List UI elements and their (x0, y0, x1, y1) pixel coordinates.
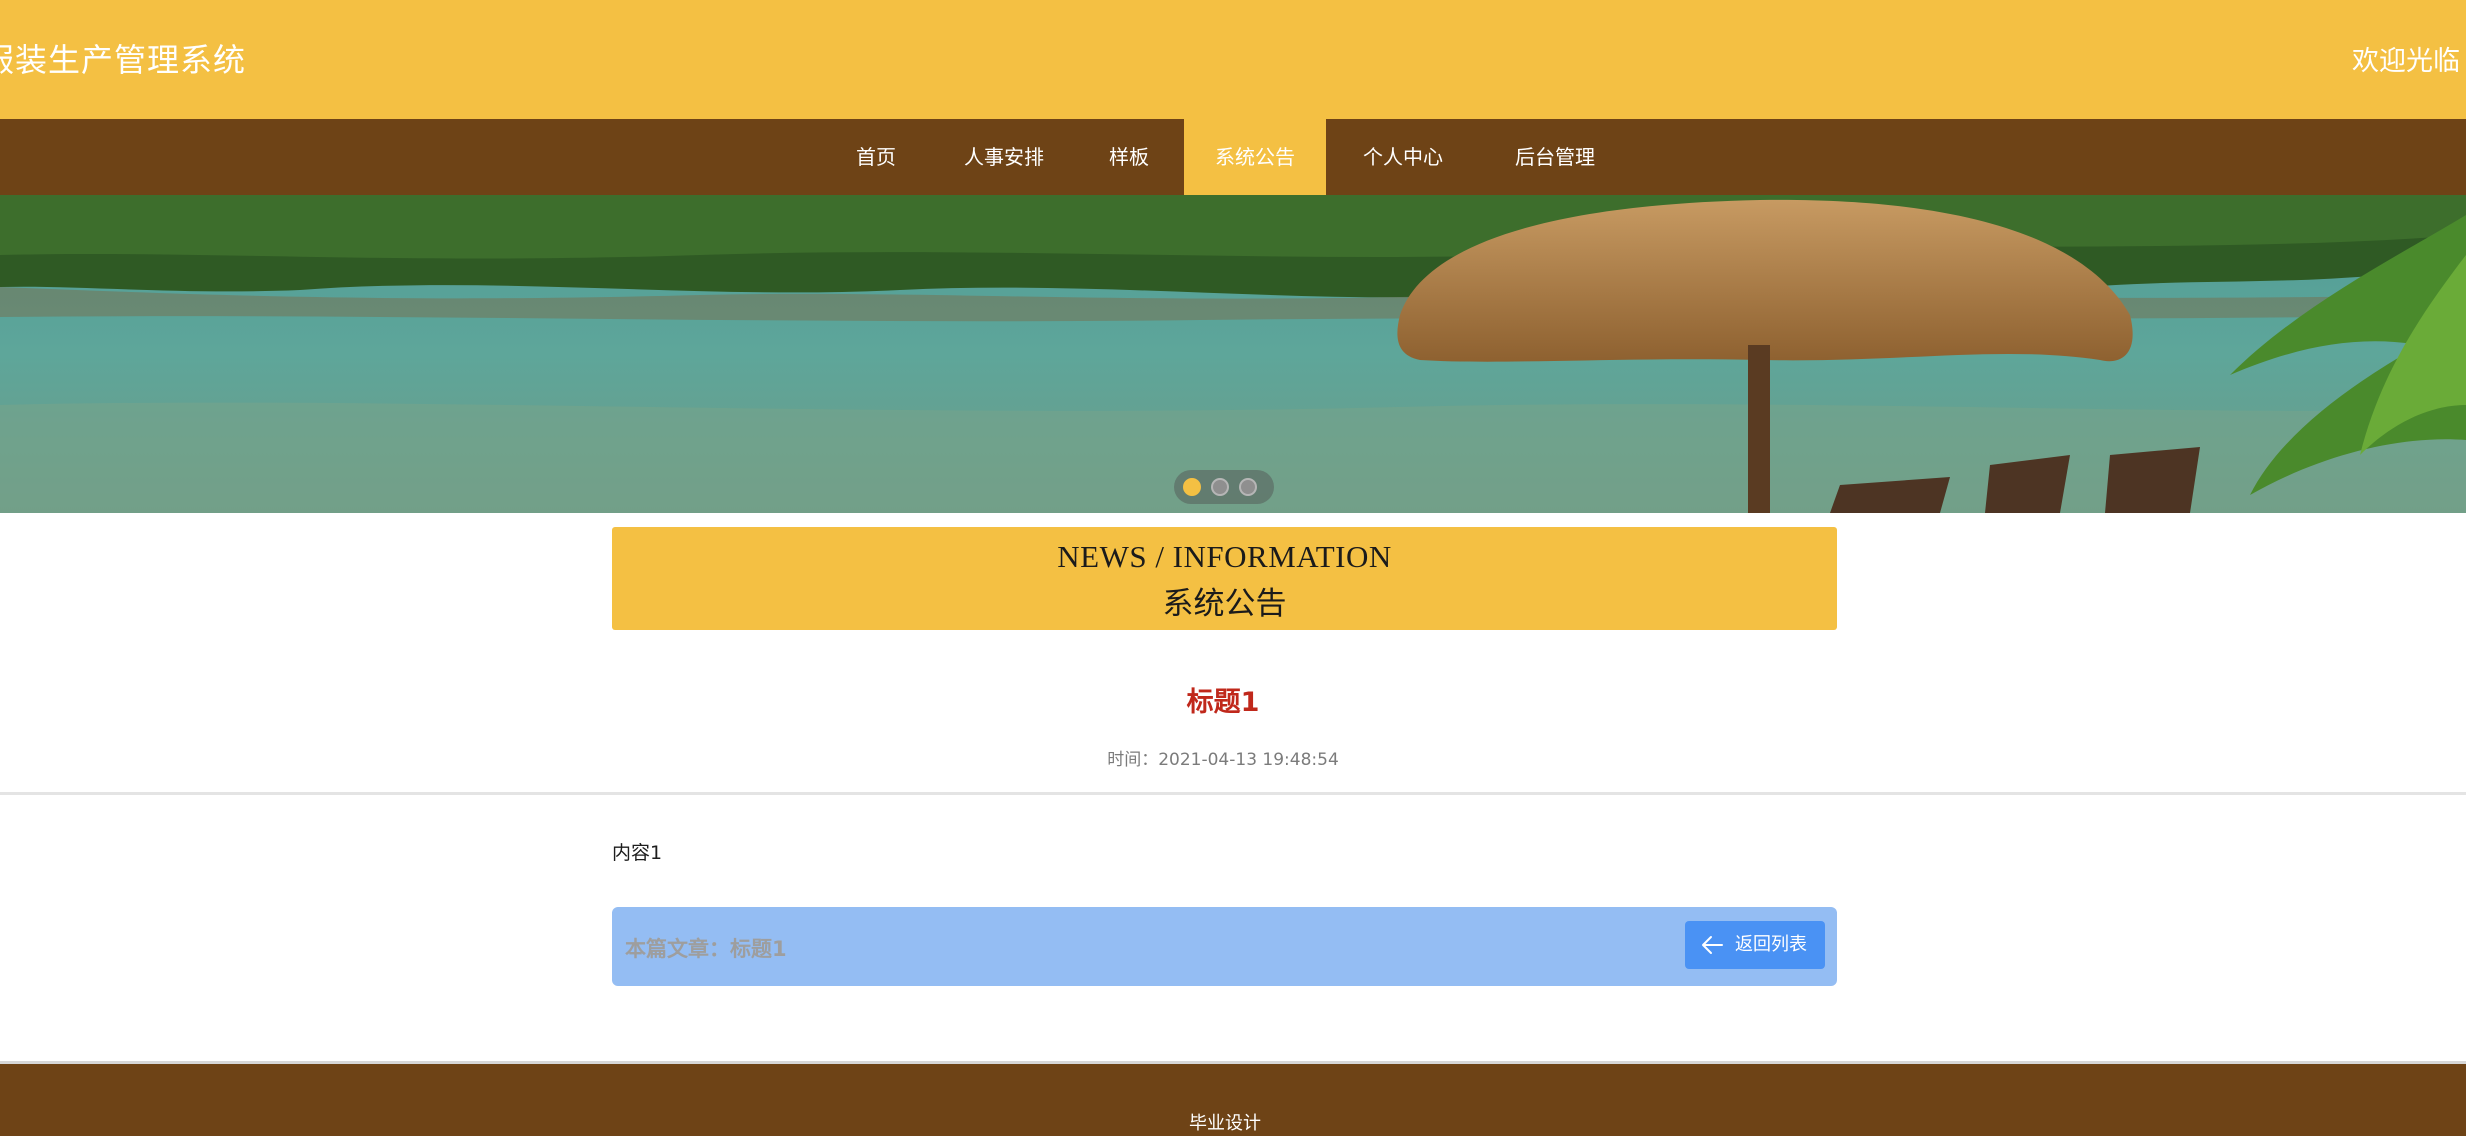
article-time: 时间：2021-04-13 19:48:54 (0, 745, 2446, 770)
back-button-label: 返回列表 (1735, 934, 1807, 955)
back-to-list-button[interactable]: 返回列表 (1685, 921, 1825, 969)
divider (0, 792, 2466, 795)
current-article-label: 本篇文章：标题1 (625, 937, 787, 961)
time-value: 2021-04-13 19:48:54 (1158, 750, 1339, 770)
main-nav: 首页 人事安排 样板 系统公告 个人中心 后台管理 (0, 119, 2466, 195)
top-header: 服装生产管理系统 欢迎光临 (0, 0, 2466, 119)
nav-item-personnel[interactable]: 人事安排 (944, 119, 1064, 195)
carousel-indicators (1174, 470, 1274, 504)
time-label: 时间： (1107, 750, 1159, 770)
footer-text: 毕业设计 (1189, 1113, 1261, 1134)
article-content: 内容1 (612, 842, 663, 864)
article-nav-bar: 本篇文章：标题1 返回列表 (612, 907, 1837, 986)
section-title-en: NEWS / INFORMATION (1057, 539, 1392, 574)
nav-item-user-center[interactable]: 个人中心 (1352, 119, 1454, 195)
nav-item-admin[interactable]: 后台管理 (1500, 119, 1610, 195)
carousel-dot-3[interactable] (1239, 478, 1257, 496)
article-title: 标题1 (1186, 687, 1260, 718)
carousel-dot-2[interactable] (1211, 478, 1229, 496)
carousel-dot-1[interactable] (1183, 478, 1201, 496)
banner-image (0, 195, 2466, 513)
site-title: 服装生产管理系统 (0, 41, 247, 79)
nav-item-samples[interactable]: 样板 (1098, 119, 1160, 195)
arrow-left-icon (1702, 936, 1723, 954)
nav-item-home[interactable]: 首页 (838, 119, 914, 195)
section-header: NEWS / INFORMATION 系统公告 (612, 527, 1837, 630)
banner-carousel[interactable] (0, 195, 2466, 513)
section-title-cn: 系统公告 (1162, 586, 1287, 621)
footer: 毕业设计 (0, 1064, 2466, 1136)
nav-item-announcements[interactable]: 系统公告 (1184, 119, 1326, 195)
welcome-text: 欢迎光临 (2352, 46, 2460, 77)
